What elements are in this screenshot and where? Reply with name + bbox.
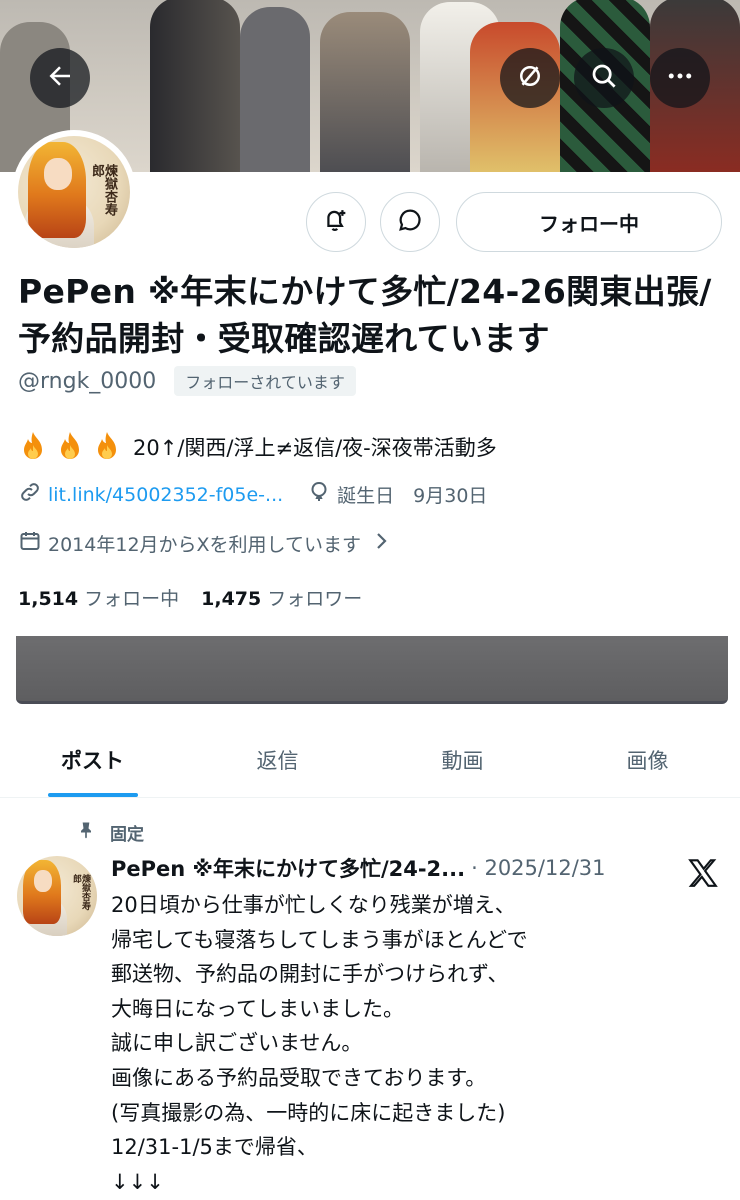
joined-date: 2014年12月からXを利用しています: [48, 534, 361, 556]
followers-count: 1,475: [201, 588, 262, 610]
more-horizontal-icon: [665, 61, 695, 95]
balloon-icon: [307, 480, 331, 509]
fire-emoji-icon: [55, 430, 85, 464]
pinned-label: 固定: [110, 825, 144, 845]
notifications-button[interactable]: [306, 192, 366, 252]
x-logo-icon: [686, 856, 720, 890]
profile-link[interactable]: lit.link/45002352-f05e-...: [48, 484, 283, 506]
following-label: フォロー中: [84, 588, 180, 610]
joined-row[interactable]: 2014年12月からXを利用しています: [18, 529, 393, 558]
fire-emoji-icon: [18, 430, 48, 464]
following-count: 1,514: [18, 588, 79, 610]
tab-videos[interactable]: 動画: [370, 722, 555, 797]
profile-tabs: ポスト 返信 動画 画像: [0, 722, 740, 798]
post-body: 20日頃から仕事が忙しくなり残業が増え、 帰宅しても寝落ちしてしまう事がほとんど…: [111, 893, 528, 1194]
profile-handle: @rngk_0000: [18, 368, 157, 394]
arrow-left-icon: [45, 61, 75, 95]
pinned-indicator: 固定: [76, 820, 144, 845]
bell-plus-icon: [322, 206, 350, 238]
pin-icon: [76, 820, 110, 845]
search-icon: [589, 61, 619, 95]
tab-replies[interactable]: 返信: [185, 722, 370, 797]
calendar-icon: [18, 529, 42, 558]
highlight-card[interactable]: [242, 636, 500, 704]
profile-name: PePen ※年末にかけて多忙/24-26関東出張/予約品開封・受取確認遅れてい…: [18, 272, 712, 358]
profile-birthday: 誕生日 9月30日: [337, 485, 488, 507]
link-icon: [18, 480, 42, 509]
followers-label: フォロワー: [267, 588, 363, 610]
search-button[interactable]: [574, 48, 634, 108]
followers-count-link[interactable]: 1,475 フォロワー: [201, 584, 362, 611]
following-button[interactable]: フォロー中: [456, 192, 722, 252]
bio-text: 20↑/関西/浮上≠返信/夜-深夜帯活動多: [133, 436, 497, 460]
highlight-card[interactable]: [470, 636, 728, 704]
post-avatar[interactable]: 煉獄杏寿郎: [17, 856, 97, 936]
tab-images[interactable]: 画像: [555, 722, 740, 797]
message-button[interactable]: [380, 192, 440, 252]
post-date[interactable]: · 2025/12/31: [471, 856, 605, 880]
avatar-text: 煉獄杏寿郎: [71, 874, 90, 910]
profile-avatar[interactable]: 煉獄杏寿郎: [12, 130, 136, 254]
profile-bio: 20↑/関西/浮上≠返信/夜-深夜帯活動多: [18, 430, 497, 464]
no-sign-icon: [515, 61, 545, 95]
following-count-link[interactable]: 1,514 フォロー中: [18, 584, 179, 611]
more-button[interactable]: [650, 48, 710, 108]
fire-emoji-icon: [92, 430, 122, 464]
back-button[interactable]: [30, 48, 90, 108]
follows-you-badge: フォローされています: [174, 366, 356, 396]
translate-button[interactable]: [500, 48, 560, 108]
post-header: PePen ※年末にかけて多忙/24-2... · 2025/12/31: [111, 853, 606, 883]
chevron-right-icon: [369, 529, 393, 558]
avatar-text: 煉獄杏寿郎: [89, 164, 117, 216]
highlight-card[interactable]: [16, 636, 274, 704]
tab-posts[interactable]: ポスト: [0, 722, 185, 797]
chat-bubble-icon: [396, 206, 424, 238]
post-author[interactable]: PePen ※年末にかけて多忙/24-2...: [111, 853, 465, 883]
